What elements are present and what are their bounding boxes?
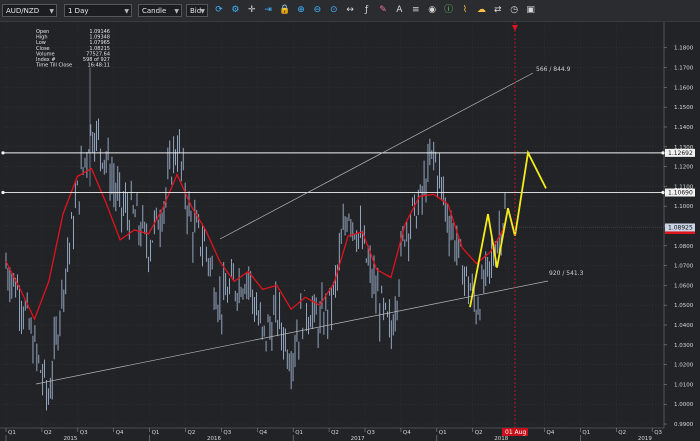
x-tick-label: Q2: [188, 430, 196, 436]
x-tick-label: Q1: [152, 430, 160, 436]
fibonacci-icon[interactable]: ƒ: [361, 4, 373, 16]
info-value: 16:48:11: [88, 63, 110, 69]
snapshot-icon[interactable]: ◷: [508, 4, 520, 16]
y-tick-label: 1.1200: [674, 165, 694, 171]
timeframe-select[interactable]: 1 Day ▼: [64, 4, 132, 17]
zoom-in-icon[interactable]: ⊕: [295, 4, 307, 16]
trendline-label: 566 / 844.9: [536, 66, 571, 73]
y-tick-label: 1.0000: [674, 402, 694, 408]
level-price-label: 1.12692: [668, 150, 693, 157]
x-tick-label: Q4: [403, 430, 411, 436]
y-tick-label: 1.0100: [674, 382, 694, 388]
level-price-label: 1.10690: [668, 190, 693, 197]
text-icon[interactable]: A: [393, 4, 405, 16]
y-tick-label: 1.1500: [674, 105, 694, 111]
price-chart[interactable]: 1.18001.17001.16001.15001.14001.13001.12…: [0, 22, 700, 441]
x-tick-label: Q2: [44, 430, 52, 436]
x-tick-label: Q3: [80, 430, 88, 436]
zoom-out-icon[interactable]: ⊖: [311, 4, 323, 16]
y-tick-label: 1.1800: [674, 46, 694, 52]
info-icon[interactable]: ⓘ: [443, 4, 455, 16]
y-tick-label: 1.1600: [674, 85, 694, 91]
x-tick-label: Q4: [547, 430, 555, 436]
x-tick-label: Q1: [439, 430, 447, 436]
toolbar: AUD/NZD ▼ 1 Day ▼ Candle ▼ Bid ▼ ⟳ ⚙ ✛ ⇥ 🔒 ⊕ ⊖ ⊙ ↔ ƒ ✎…: [0, 0, 700, 22]
price-side-select[interactable]: Bid ▼: [186, 4, 208, 17]
y-tick-label: 1.0500: [674, 303, 694, 309]
x-axis: Q1Q2Q3Q4Q1Q2Q3Q4Q1Q2Q3Q4Q1Q2Q3Q4Q1Q2Q320…: [0, 427, 664, 441]
x-tick-label: Q1: [295, 430, 303, 436]
info-label: Time Till Close: [35, 63, 72, 69]
refresh-icon[interactable]: ⟳: [213, 4, 225, 16]
x-tick-label: Q4: [259, 430, 267, 436]
zoom-fit-icon[interactable]: ⊙: [328, 4, 340, 16]
x-tick-label: Q2: [618, 430, 626, 436]
x-tick-label: Q3: [654, 430, 662, 436]
y-tick-label: 1.0600: [674, 283, 694, 289]
x-tick-label: Q3: [223, 430, 231, 436]
trade-icon[interactable]: ⇄: [492, 4, 504, 16]
y-tick-label: 1.1700: [674, 66, 694, 72]
x-tick-label: Q1: [582, 430, 590, 436]
x-year-label: 2016: [207, 436, 221, 441]
y-tick-label: 1.0800: [674, 244, 694, 250]
level-handle: [661, 151, 665, 155]
trendline-label: 920 / 541.3: [549, 270, 584, 277]
save-icon[interactable]: ▣: [525, 4, 537, 16]
symbol-select[interactable]: AUD/NZD ▼: [2, 4, 57, 17]
eye-icon[interactable]: ◉: [426, 4, 438, 16]
ruler-icon[interactable]: ⌇: [459, 4, 471, 16]
x-year-label: 2017: [351, 436, 365, 441]
alert-icon[interactable]: ☁: [475, 4, 487, 16]
level-handle: [661, 190, 665, 195]
y-tick-label: 1.0700: [674, 264, 694, 270]
x-year-label: 2015: [63, 436, 77, 441]
level-handle: [1, 190, 5, 195]
current-price-flag: [665, 231, 695, 234]
x-year-label: 2018: [494, 436, 508, 441]
x-year-label: 2019: [638, 436, 652, 441]
pan-icon[interactable]: ↔: [344, 4, 356, 16]
y-tick-label: 0.9900: [674, 422, 694, 428]
chart-type-select[interactable]: Candle ▼: [138, 4, 182, 17]
current-price-label: 1.08925: [668, 225, 693, 232]
x-tick-label: Q2: [331, 430, 339, 436]
y-tick-label: 1.0400: [674, 323, 694, 329]
pen-icon[interactable]: ✎: [377, 4, 389, 16]
crosshair-icon[interactable]: ✛: [246, 4, 258, 16]
x-tick-label: Q1: [8, 430, 16, 436]
y-tick-label: 1.1400: [674, 125, 694, 131]
layers-icon[interactable]: ≡: [410, 4, 422, 16]
level-handle: [1, 151, 5, 155]
x-tick-label: Q4: [116, 430, 124, 436]
lock-icon[interactable]: 🔒: [279, 4, 291, 16]
chart-settings-icon[interactable]: ⚙: [229, 4, 241, 16]
x-tick-label: Q3: [367, 430, 375, 436]
x-tick-label: Q2: [475, 430, 483, 436]
y-tick-label: 1.0300: [674, 343, 694, 349]
y-tick-label: 1.0200: [674, 363, 694, 369]
y-tick-label: 1.1000: [674, 204, 694, 210]
arrow-icon[interactable]: ⇥: [262, 4, 274, 16]
date-marker-label: 01 Aug: [505, 429, 526, 436]
